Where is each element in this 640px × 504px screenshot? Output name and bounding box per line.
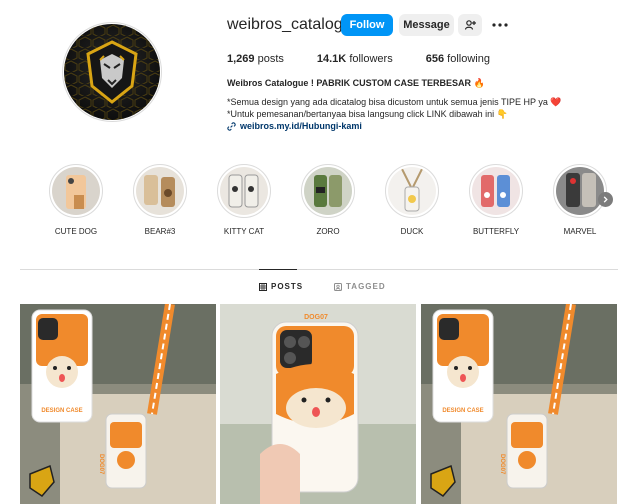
posts-count: 1,269 posts [227,53,284,65]
tab-posts[interactable]: POSTS [259,282,303,291]
highlight-kitty-cat[interactable]: KITTY CAT [210,164,278,236]
bio-name: Weibros Catalogue ! PABRIK CUSTOM CASE T… [227,78,485,88]
suggest-users-button[interactable] [458,14,482,36]
tab-tagged[interactable]: TAGGED [334,282,386,291]
highlight-zoro[interactable]: ZORO [294,164,362,236]
highlight-label: BUTTERFLY [472,227,520,236]
highlight-label: ZORO [316,227,340,236]
person-add-icon [464,20,476,30]
post-case-label: DESIGN CASE [442,408,483,414]
highlight-label: CUTE DOG [54,227,98,236]
follow-button[interactable]: Follow [341,14,393,36]
grid-icon [259,282,267,291]
tab-tagged-label: TAGGED [346,282,386,291]
bio-link[interactable]: weibros.my.id/Hubungi-kami [227,121,362,131]
post-tag-label: DOG07 [98,454,104,475]
post-tag-label: DOG07 [304,314,328,321]
highlight-duck[interactable]: DUCK [378,164,446,236]
profile-username: weibros_catalog1 [227,16,352,33]
profile-stats: 1,269 posts 14.1K followers 656 followin… [227,53,523,65]
more-options-button[interactable] [488,14,512,36]
post-thumbnail[interactable]: DESIGN CASE DOG07 [421,304,617,504]
bio-line-2: *Untuk pemesanan/bertanyaa bisa langsung… [227,109,508,119]
highlight-label: DUCK [400,227,424,236]
following-count[interactable]: 656 following [426,53,490,65]
more-icon [492,23,508,27]
bio-line-1: *Semua design yang ada dicatalog bisa di… [227,97,562,107]
profile-avatar[interactable] [62,22,162,122]
highlight-cute-dog[interactable]: CUTE DOG [42,164,110,236]
message-button[interactable]: Message [399,14,454,36]
highlight-label: KITTY CAT [223,227,265,236]
post-case-label: DESIGN CASE [41,408,82,414]
tab-posts-label: POSTS [271,282,304,291]
highlight-thumbnail [388,167,436,215]
highlight-bear3[interactable]: BEAR#3 [126,164,194,236]
highlight-label: MARVEL [563,227,597,236]
highlight-thumbnail [472,167,520,215]
avatar-image [64,24,160,120]
highlight-butterfly[interactable]: BUTTERFLY [462,164,530,236]
tabs-divider [20,269,618,270]
post-thumbnail[interactable]: DESIGN CASE DOG07 [20,304,216,504]
highlight-thumbnail [556,167,604,215]
highlight-label: BEAR#3 [144,227,176,236]
bio-link-text: weibros.my.id/Hubungi-kami [240,121,362,131]
followers-count[interactable]: 14.1K followers [317,53,393,65]
active-tab-indicator [259,269,297,270]
tag-icon [334,282,342,291]
post-thumbnail[interactable]: DOG07 [220,304,416,504]
highlight-thumbnail [220,167,268,215]
highlight-thumbnail [136,167,184,215]
post-tag-label: DOG07 [499,454,505,475]
highlight-thumbnail [52,167,100,215]
link-icon [227,121,236,131]
highlights-next-button[interactable] [598,192,613,207]
highlight-thumbnail [304,167,352,215]
chevron-right-icon [603,196,608,203]
